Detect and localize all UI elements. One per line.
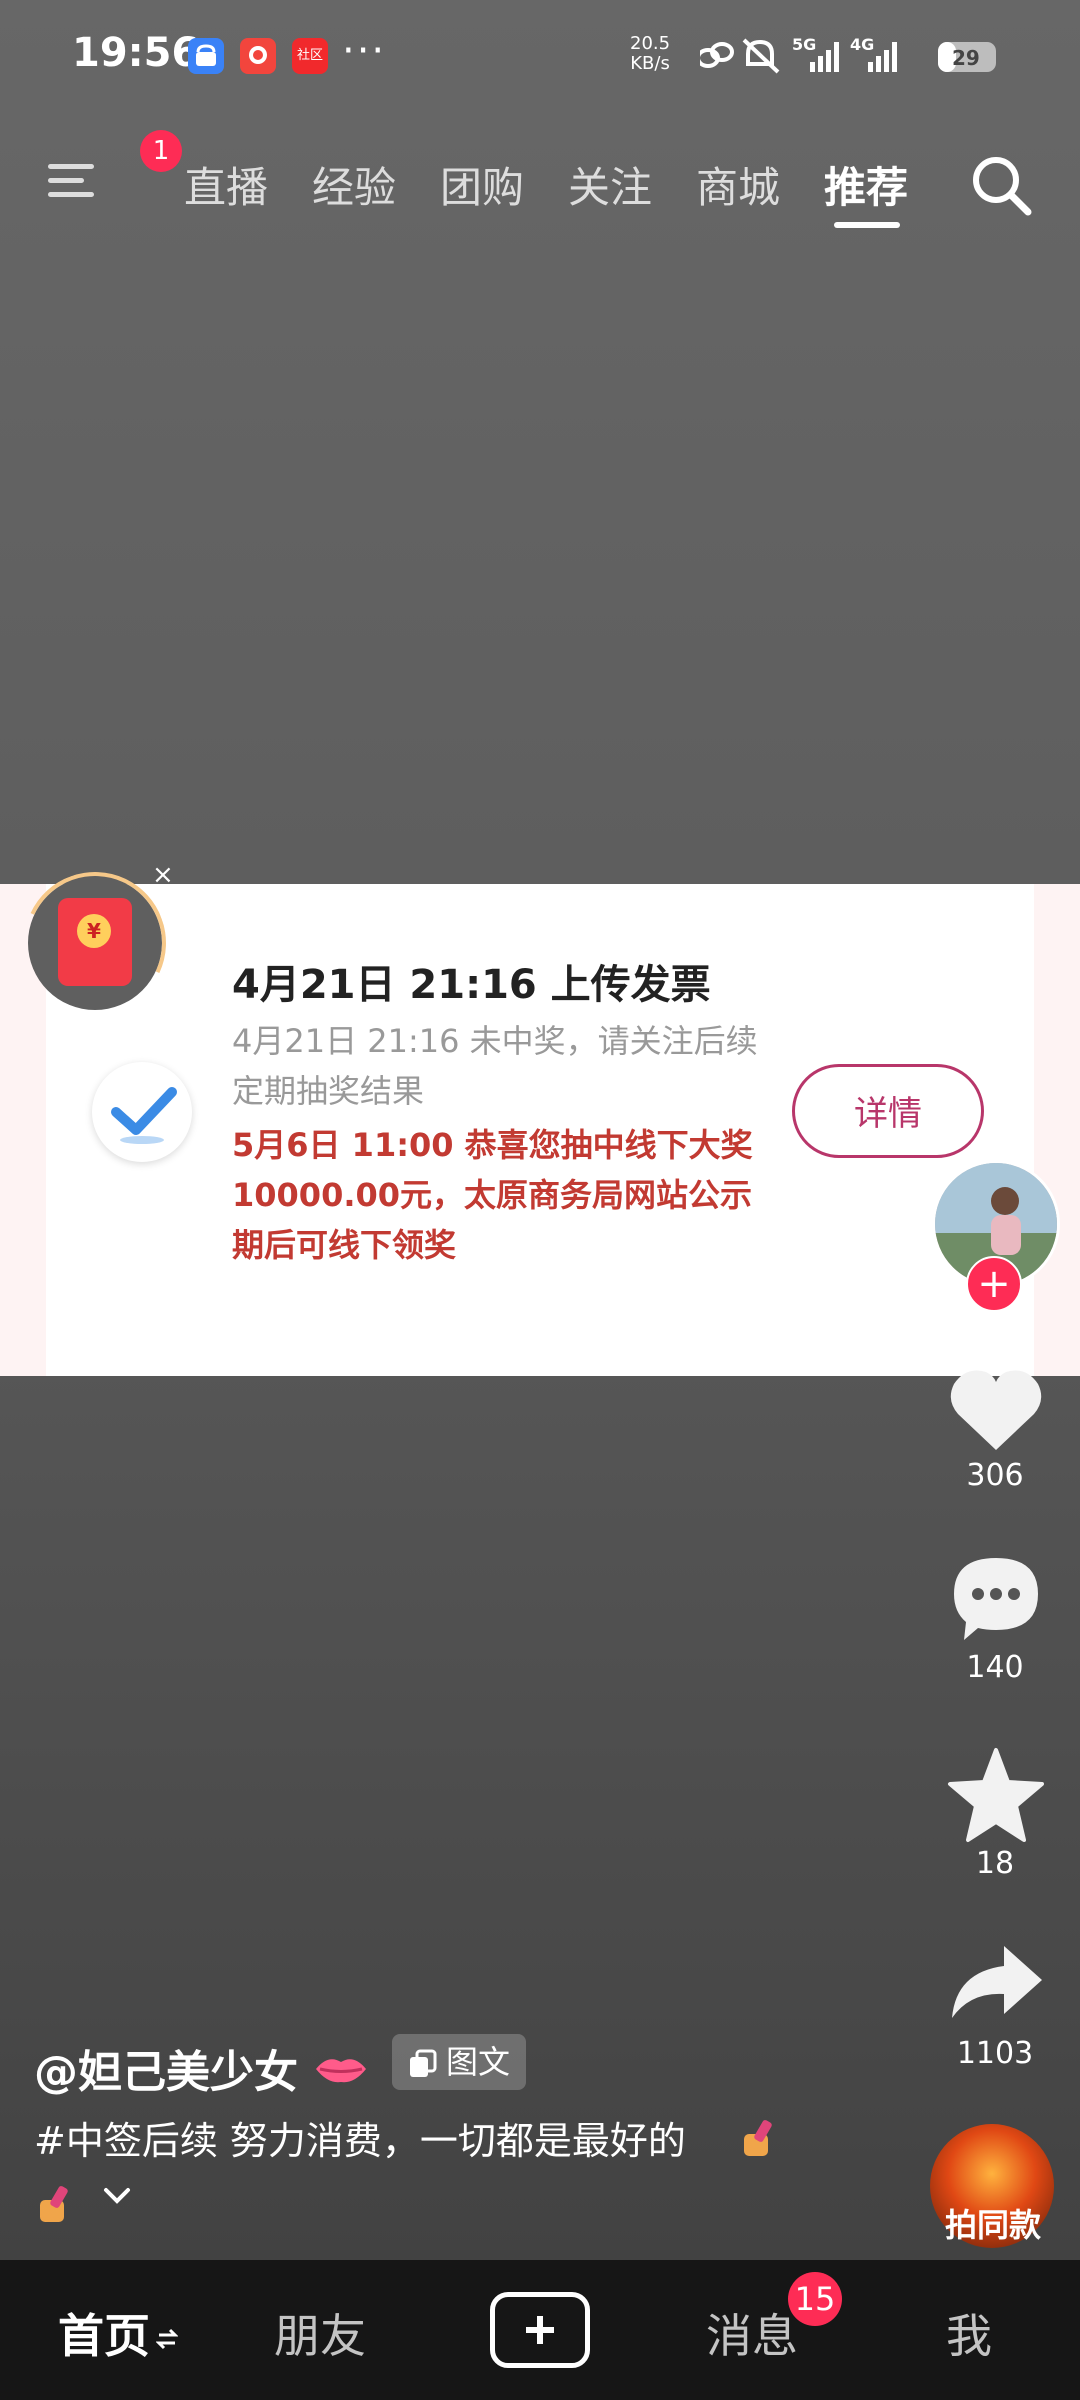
nail-polish-emoji-icon: [744, 2120, 772, 2156]
nail-polish-emoji-icon: [40, 2186, 68, 2222]
lips-emoji-icon: [316, 2059, 366, 2083]
tab-recommend[interactable]: 推荐: [824, 154, 908, 215]
create-plus-button[interactable]: [490, 2292, 590, 2368]
network-speed: 20.5 KB/s: [630, 34, 670, 74]
image-text-tag[interactable]: 图文: [392, 2034, 527, 2090]
app-store-icon: [188, 38, 224, 74]
nav-friends[interactable]: 朋友: [274, 2300, 366, 2366]
status-time: 19:56: [72, 30, 200, 76]
author-name[interactable]: @妲己美少女: [34, 2036, 298, 2100]
speed-unit: KB/s: [630, 53, 670, 74]
mute-bell-icon: [742, 38, 780, 74]
status-bar: 19:56 社区 ··· 20.5 KB/s 5G 4G 29: [0, 0, 1080, 120]
bottom-nav: 首页 朋友 消息 15 我: [0, 2260, 1080, 2400]
messages-badge: 15: [788, 2272, 842, 2326]
menu-line-icon: [48, 164, 94, 169]
card-win-text: 5月6日 11:00 恭喜您抽中线下大奖10000.00元，太原商务局网站公示期…: [232, 1126, 753, 1264]
detail-button[interactable]: 详情: [792, 1064, 984, 1158]
nav-messages[interactable]: 消息: [706, 2300, 798, 2366]
comment-icon[interactable]: [946, 1548, 1046, 1648]
status-icons: 5G 4G 29: [700, 36, 996, 74]
menu-line-icon: [48, 192, 94, 197]
active-tab-indicator: [834, 222, 900, 228]
speed-value: 20.5: [630, 33, 671, 54]
share-icon[interactable]: [946, 1936, 1046, 2036]
search-icon[interactable]: [966, 150, 1038, 222]
community-app-icon: 社区: [292, 38, 328, 74]
menu-line-icon: [48, 178, 84, 183]
hotspot-icon: [700, 42, 734, 68]
caption-text: #中签后续 努力消费，一切都是最好的: [34, 2119, 686, 2163]
signal-4g-label: 4G: [850, 36, 874, 54]
top-nav: 1 直播 经验 团购 关注 商城 推荐: [0, 130, 1080, 230]
tag-label: 图文: [446, 2043, 511, 2081]
favorite-count: 18: [975, 1846, 1015, 1881]
image-text-icon: [410, 2049, 437, 2077]
battery-icon: 29: [938, 42, 996, 72]
follow-button[interactable]: +: [966, 1256, 1022, 1312]
red-packet-widget[interactable]: ¥: [3, 851, 187, 1035]
like-count: 306: [966, 1458, 1024, 1493]
card-no-win-text: 4月21日 21:16 未中奖，请关注后续定期抽奖结果: [232, 1022, 758, 1110]
close-icon[interactable]: ×: [152, 860, 174, 890]
more-notifications-icon: ···: [342, 28, 387, 74]
tab-following[interactable]: 关注: [568, 154, 652, 215]
coin-icon: ¥: [77, 914, 111, 948]
menu-badge: 1: [140, 130, 182, 172]
side-menu-button[interactable]: 1: [44, 130, 182, 220]
tab-mall[interactable]: 商城: [696, 154, 780, 215]
heart-icon[interactable]: [946, 1362, 1046, 1462]
nav-me[interactable]: 我: [946, 2300, 992, 2366]
nav-home-label: 首页: [58, 2309, 150, 2363]
tab-experience[interactable]: 经验: [312, 154, 396, 215]
star-icon[interactable]: [946, 1746, 1046, 1846]
tab-group-buy[interactable]: 团购: [440, 154, 524, 215]
tab-live[interactable]: 直播: [184, 154, 268, 215]
card-title: 4月21日 21:16 上传发票: [232, 962, 711, 1008]
signal-5g-label: 5G: [792, 36, 816, 54]
chevron-down-icon[interactable]: [102, 2186, 132, 2206]
same-style-label[interactable]: 拍同款: [926, 2200, 1060, 2246]
comment-count: 140: [966, 1650, 1024, 1685]
check-icon: [92, 1062, 192, 1162]
nav-home[interactable]: 首页: [58, 2300, 179, 2366]
share-count: 1103: [956, 2036, 1034, 2071]
svg-text:29: 29: [952, 46, 980, 70]
swap-icon: [155, 2328, 179, 2350]
news-app-icon: [240, 38, 276, 74]
